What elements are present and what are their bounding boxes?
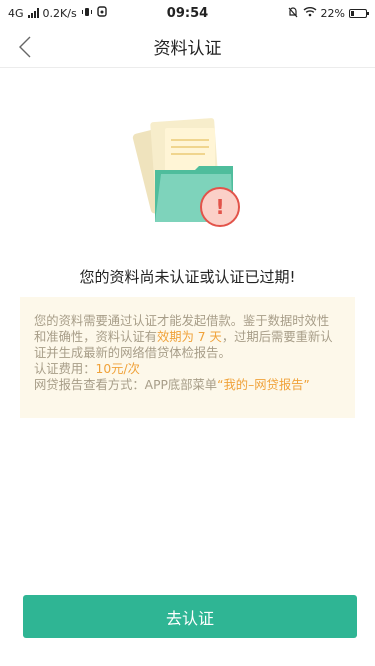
battery-icon: [349, 8, 369, 18]
notice-box: 您的资料需要通过认证才能发起借款。鉴于数据时效性和准确性，资料认证有效期为 7 …: [20, 297, 355, 418]
battery-percent: 22%: [320, 6, 345, 20]
notice-paragraph: 您的资料需要通过认证才能发起借款。鉴于数据时效性和准确性，资料认证有效期为 7 …: [34, 313, 341, 361]
notification-icon: [96, 6, 107, 20]
warning-badge-icon: !: [200, 187, 240, 227]
alarm-off-icon: [287, 6, 299, 21]
network-type: 4G: [8, 6, 24, 20]
battery-level: [351, 10, 354, 16]
fee-line: 认证费用：10元/次: [34, 361, 341, 377]
report-label: 网贷报告查看方式：APP底部菜单: [34, 378, 218, 392]
warning-glyph: !: [215, 195, 225, 219]
fee-value: 10元/次: [95, 362, 140, 376]
network-speed: 0.2K/s: [42, 6, 77, 20]
chevron-left-icon: [19, 36, 31, 58]
page-title: 资料认证: [153, 39, 222, 59]
status-right: 22%: [287, 6, 369, 21]
report-path: “我的–网贷报告”: [217, 378, 310, 392]
status-bar: 4G 0.2K/s 09:54 22%: [0, 0, 375, 26]
status-left: 4G 0.2K/s: [8, 6, 107, 20]
fee-label: 认证费用：: [34, 362, 96, 376]
status-message: 您的资料尚未认证或认证已过期!: [79, 268, 296, 286]
validity-highlight: 效期为 7 天: [156, 330, 222, 344]
document-folder-icon: !: [125, 112, 250, 232]
signal-icon: [27, 8, 39, 18]
back-button[interactable]: [8, 30, 42, 64]
nav-bar: 资料认证: [0, 26, 375, 68]
wifi-icon: [303, 6, 317, 20]
vibrate-icon: [81, 7, 93, 20]
verify-button[interactable]: 去认证: [23, 595, 357, 638]
report-line: 网贷报告查看方式：APP底部菜单“我的–网贷报告”: [34, 377, 341, 393]
